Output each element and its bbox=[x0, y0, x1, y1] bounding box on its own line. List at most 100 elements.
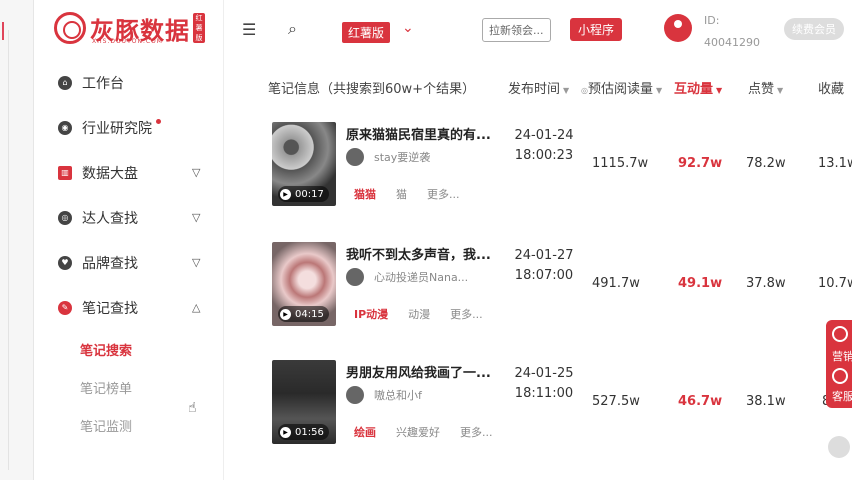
chevron-down-icon: ▽ bbox=[192, 256, 201, 269]
chevron-down-icon[interactable]: ⌄ bbox=[402, 20, 414, 36]
views-value: 527.5w bbox=[592, 394, 640, 409]
note-thumbnail[interactable]: ▶ 01:56 bbox=[272, 360, 336, 444]
tag[interactable]: 绘画 bbox=[354, 424, 376, 440]
publish-time: 24-01-25 18:11:00 bbox=[514, 366, 574, 401]
interact-value: 46.7w bbox=[678, 394, 723, 409]
column-header-info: 笔记信息（共搜索到60w+个结果） bbox=[268, 82, 476, 97]
note-thumbnail[interactable]: ▶ 00:17 bbox=[272, 122, 336, 206]
sidebar-item-label: 品牌查找 bbox=[82, 255, 138, 272]
invite-button[interactable]: 拉新领会... bbox=[482, 18, 551, 42]
column-header-interact[interactable]: 互动量 ▼ bbox=[674, 78, 722, 97]
sidebar-item-data-dashboard[interactable]: ▥ 数据大盘 ▽ bbox=[34, 150, 224, 195]
likes-value: 38.1w bbox=[746, 394, 786, 409]
author-avatar bbox=[346, 268, 364, 286]
float-label-service: 客服 bbox=[832, 390, 852, 403]
tag[interactable]: 猫猫 bbox=[354, 186, 376, 202]
column-header-views[interactable]: ◎预估阅读量 ▼ bbox=[578, 78, 662, 97]
version-badge[interactable]: 红薯版 bbox=[342, 22, 391, 43]
collect-value: 10.7w bbox=[818, 276, 852, 291]
column-header-likes[interactable]: 点赞 ▼ bbox=[748, 78, 783, 97]
author-name: 嗷总和小f bbox=[374, 389, 422, 402]
mini-program-button[interactable]: 小程序 bbox=[570, 18, 623, 41]
sidebar-item-industry-research[interactable]: ◉ 行业研究院 bbox=[34, 105, 224, 150]
column-header-label: 互动量 bbox=[674, 82, 714, 97]
sidebar-item-label: 工作台 bbox=[82, 75, 124, 92]
app-window: 灰豚数据 红薯版 XHS.DOUTON.COM ⌂ 工作台 ◉ 行业研究院 ▥ … bbox=[0, 0, 852, 480]
note-tags: 绘画 兴趣爱好 更多... bbox=[354, 424, 513, 440]
user-id-label: ID: bbox=[704, 14, 720, 27]
column-header-label: 发布时间 bbox=[508, 82, 561, 97]
column-header-label: 收藏 bbox=[818, 82, 845, 97]
play-icon: ▶ bbox=[280, 308, 291, 320]
column-header-collect[interactable]: 收藏 bbox=[818, 78, 844, 97]
sidebar-subitem-note-search[interactable]: 笔记搜索 bbox=[34, 330, 224, 368]
side-float-panel[interactable]: 营销 客服 bbox=[826, 320, 852, 408]
interact-value: 49.1w bbox=[678, 276, 723, 291]
duration-text: 04:15 bbox=[295, 308, 324, 320]
info-icon: ◎ bbox=[581, 86, 588, 95]
sidebar-item-label: 达人查找 bbox=[82, 210, 138, 227]
sidebar-nav: ⌂ 工作台 ◉ 行业研究院 ▥ 数据大盘 ▽ ◎ 达人查找 ▽ ♥ 品牌查找 ▽… bbox=[34, 60, 224, 444]
note-thumbnail[interactable]: ▶ 04:15 bbox=[272, 242, 336, 326]
sidebar-item-workbench[interactable]: ⌂ 工作台 bbox=[34, 60, 224, 105]
sidebar-item-brand-search[interactable]: ♥ 品牌查找 ▽ bbox=[34, 240, 224, 285]
logo-mark-icon bbox=[54, 12, 86, 44]
author-avatar bbox=[346, 148, 364, 166]
note-title[interactable]: 男朋友用风给我画了一... bbox=[346, 362, 491, 381]
tag[interactable]: 猫 bbox=[396, 186, 407, 202]
play-icon: ▶ bbox=[280, 426, 291, 438]
likes-value: 78.2w bbox=[746, 156, 786, 171]
note-tags: IP动漫 动漫 更多... bbox=[354, 306, 503, 322]
author-name: 心动投递员Nana... bbox=[374, 271, 469, 284]
sidebar-item-influencer-search[interactable]: ◎ 达人查找 ▽ bbox=[34, 195, 224, 240]
table-row[interactable]: ▶ 01:56 男朋友用风给我画了一... 嗷总和小f 绘画 兴趣爱好 更多... 2… bbox=[224, 360, 852, 460]
sidebar-item-label: 行业研究院 bbox=[82, 120, 152, 137]
views-value: 1115.7w bbox=[592, 156, 649, 171]
scroll-top-button[interactable] bbox=[828, 436, 850, 458]
video-duration: ▶ 01:56 bbox=[278, 424, 329, 440]
tag[interactable]: IP动漫 bbox=[354, 306, 388, 322]
marketing-icon bbox=[832, 326, 848, 342]
tag-more[interactable]: 更多... bbox=[450, 306, 483, 322]
note-author[interactable]: 嗷总和小f bbox=[346, 386, 422, 404]
top-header: ☰ ⌕ 红薯版 ⌄ 拉新领会... 小程序 ID: 40041290 续费会员 bbox=[224, 0, 852, 60]
note-author[interactable]: 心动投递员Nana... bbox=[346, 268, 468, 286]
column-header-time[interactable]: 发布时间 ▼ bbox=[508, 78, 569, 97]
sort-icon: ▼ bbox=[716, 86, 723, 95]
sidebar-item-note-search[interactable]: ✎ 笔记查找 △ bbox=[34, 285, 224, 330]
collect-value: 13.1w bbox=[818, 156, 852, 171]
heart-icon: ♥ bbox=[58, 255, 72, 270]
renew-button[interactable]: 续费会员 bbox=[784, 18, 844, 40]
likes-value: 37.8w bbox=[746, 276, 786, 291]
tag-more[interactable]: 更多... bbox=[427, 186, 460, 202]
author-name: stay要逆袭 bbox=[374, 151, 431, 164]
interact-value: 92.7w bbox=[678, 156, 723, 171]
note-title[interactable]: 我听不到太多声音，我... bbox=[346, 244, 491, 263]
tag[interactable]: 动漫 bbox=[408, 306, 430, 322]
sidebar-item-label: 数据大盘 bbox=[82, 165, 138, 182]
avatar[interactable] bbox=[664, 14, 692, 42]
views-value: 491.7w bbox=[592, 276, 640, 291]
chevron-down-icon: ▽ bbox=[192, 211, 201, 224]
note-author[interactable]: stay要逆袭 bbox=[346, 148, 430, 166]
note-tags: 猫猫猫更多... bbox=[354, 186, 480, 202]
user-id-value: 40041290 bbox=[704, 36, 760, 49]
sidebar-item-label: 笔记查找 bbox=[82, 300, 138, 317]
duration-text: 00:17 bbox=[295, 188, 324, 200]
note-title[interactable]: 原来猫猫民宿里真的有... bbox=[346, 124, 491, 143]
table-header: 笔记信息（共搜索到60w+个结果） 发布时间 ▼ ◎预估阅读量 ▼ 互动量 ▼ 点赞 ▼… bbox=[224, 70, 852, 100]
home-icon: ⌂ bbox=[58, 75, 72, 90]
sort-icon: ▼ bbox=[777, 86, 784, 95]
column-header-label: 点赞 bbox=[748, 82, 775, 97]
tag[interactable]: 兴趣爱好 bbox=[396, 424, 440, 440]
search-icon[interactable]: ⌕ bbox=[288, 19, 297, 39]
table-row[interactable]: ▶ 00:17 原来猫猫民宿里真的有... stay要逆袭 猫猫猫更多... 24… bbox=[224, 122, 852, 222]
sort-icon: ▼ bbox=[563, 86, 570, 95]
table-row[interactable]: ▶ 04:15 我听不到太多声音，我... 心动投递员Nana... IP动漫 动漫… bbox=[224, 242, 852, 342]
video-duration: ▶ 00:17 bbox=[278, 186, 329, 202]
duration-text: 01:56 bbox=[295, 426, 324, 438]
research-icon: ◉ bbox=[58, 120, 72, 135]
float-label-marketing: 营销 bbox=[832, 350, 852, 363]
tag-more[interactable]: 更多... bbox=[460, 424, 493, 440]
collapse-menu-icon[interactable]: ☰ bbox=[242, 20, 256, 39]
